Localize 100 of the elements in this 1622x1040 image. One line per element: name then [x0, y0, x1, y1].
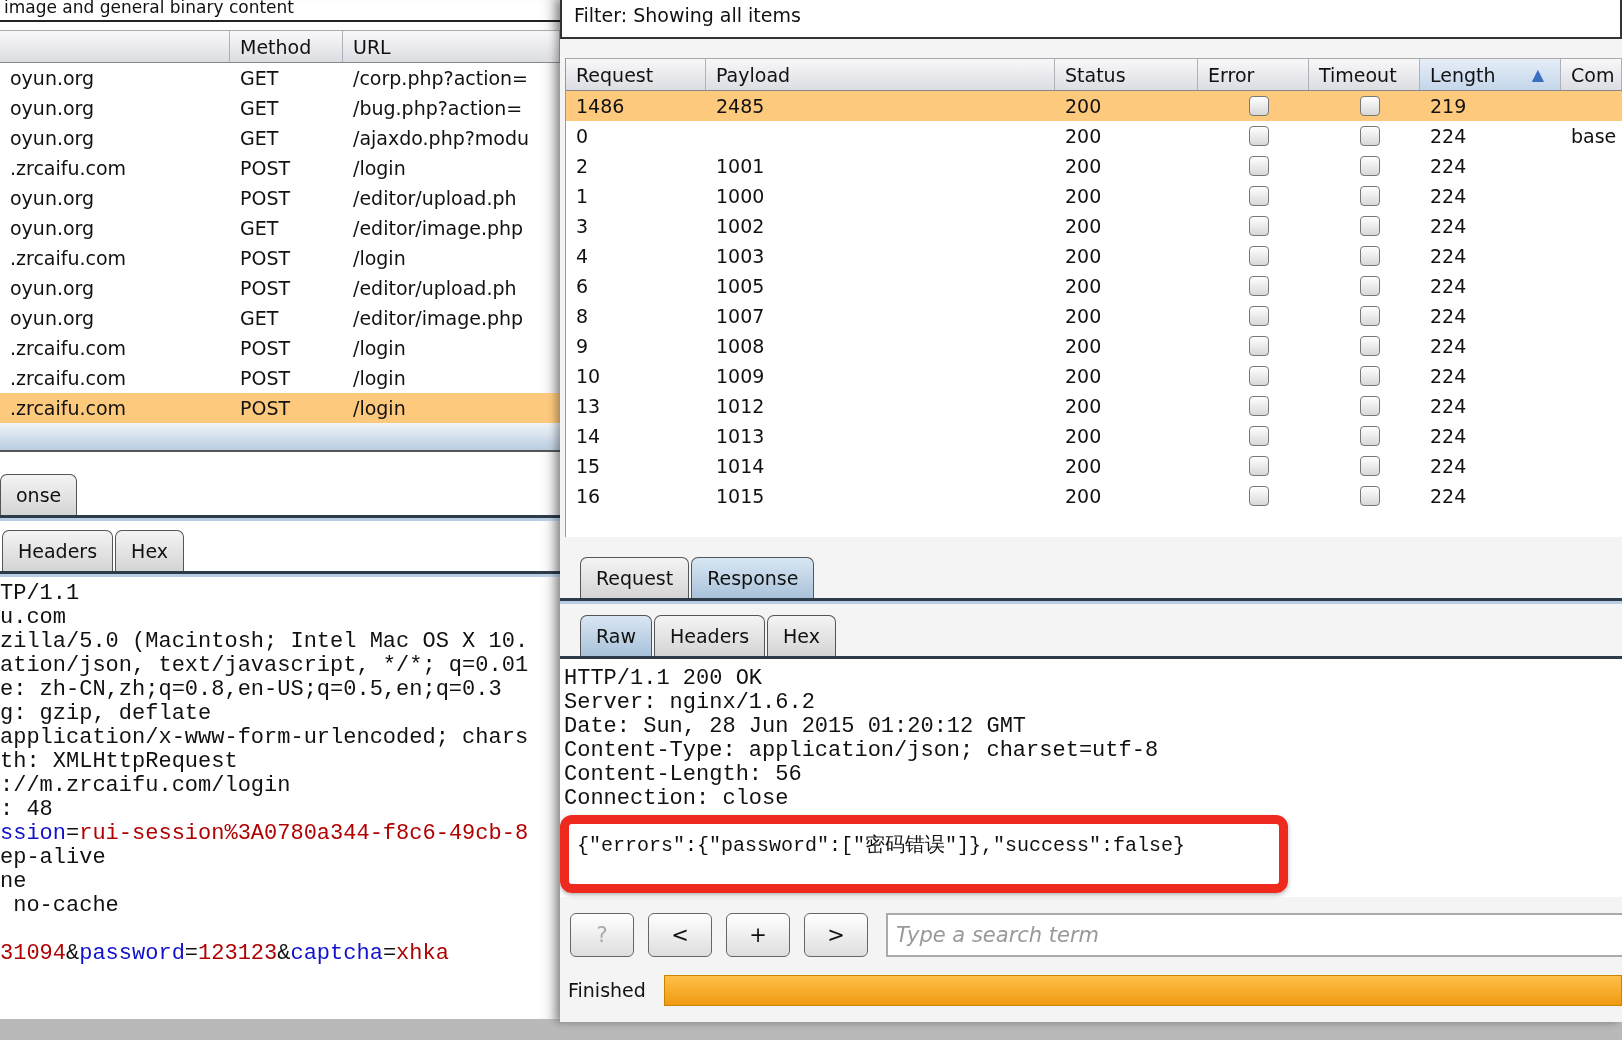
table-cell-text: 1005 [715, 274, 766, 299]
header-line: HTTP/1.1 200 OK [564, 667, 764, 691]
checkbox[interactable] [1359, 396, 1380, 416]
table-cell-text: /login [352, 336, 407, 361]
table-cell-text: 200 [1064, 184, 1103, 209]
header-line: ation/json, text/javascript, */*; q=0.01 [0, 654, 530, 678]
column-header[interactable]: Method [230, 31, 343, 62]
checkbox[interactable] [1248, 276, 1269, 296]
filter-bar[interactable]: Filter: Showing all items [560, 0, 1622, 39]
checkbox[interactable] [1359, 156, 1380, 176]
table-cell-text: 224 [1429, 424, 1468, 449]
table-cell-text: 224 [1429, 484, 1468, 509]
table-cell-text: 13 [575, 394, 602, 419]
tab[interactable]: Headers [2, 530, 114, 571]
header-line: e: zh-CN,zh;q=0.8,en-US;q=0.5,en;q=0.3 [0, 678, 503, 702]
table-cell-text: POST [239, 336, 292, 361]
table-cell-text: /login [352, 366, 407, 391]
scrollbar[interactable] [0, 423, 560, 452]
table-cell-text: 1008 [715, 334, 766, 359]
checkbox[interactable] [1248, 246, 1269, 266]
tab[interactable]: Request [580, 557, 690, 598]
column-header[interactable]: Payload [706, 59, 1055, 90]
checkbox[interactable] [1248, 486, 1269, 506]
tab[interactable]: Headers [653, 615, 766, 656]
checkbox[interactable] [1359, 366, 1380, 386]
tab[interactable]: Raw [580, 615, 652, 656]
tab[interactable]: Hex [115, 530, 184, 571]
checkbox[interactable] [1248, 156, 1269, 176]
table-cell-text: 4 [575, 244, 590, 269]
table-cell-text: 1486 [575, 94, 626, 119]
table-cell-text: 224 [1429, 154, 1468, 179]
table-cell-text: 2485 [715, 94, 766, 119]
checkbox[interactable] [1359, 246, 1380, 266]
checkbox[interactable] [1359, 186, 1380, 206]
checkbox[interactable] [1248, 366, 1269, 386]
checkbox[interactable] [1248, 336, 1269, 356]
tab[interactable]: onse [0, 474, 78, 515]
table-cell-text: 10 [575, 364, 602, 389]
checkbox[interactable] [1248, 96, 1269, 116]
checkbox[interactable] [1359, 456, 1380, 476]
table-cell-text: /editor/upload.ph [352, 186, 518, 211]
header-line: no-cache [12, 894, 120, 918]
header-line: th: XMLHttpRequest [0, 750, 239, 774]
table-cell-text: .zrcaifu.com [9, 336, 128, 361]
table-cell-text: 224 [1429, 184, 1468, 209]
table-cell-text: base [1570, 124, 1618, 149]
checkbox[interactable] [1248, 126, 1269, 146]
checkbox[interactable] [1359, 306, 1380, 326]
header-line: ssion=rui-session%3A0780a344-f8c6-49cb-8 [0, 822, 530, 846]
status-text: Finished [568, 978, 646, 1004]
table-cell-text: .zrcaifu.com [9, 396, 128, 421]
tab[interactable]: Response [691, 557, 815, 598]
checkbox[interactable] [1359, 126, 1380, 146]
table-cell-text: 200 [1064, 94, 1103, 119]
checkbox[interactable] [1248, 186, 1269, 206]
table-cell-text: 224 [1429, 334, 1468, 359]
column-header[interactable]: Status [1055, 59, 1198, 90]
column-header[interactable]: Error [1198, 59, 1309, 90]
checkbox[interactable] [1359, 486, 1380, 506]
header-line: Server: nginx/1.6.2 [564, 691, 816, 715]
table-cell-text: 224 [1429, 454, 1468, 479]
checkbox[interactable] [1248, 216, 1269, 236]
search-field[interactable]: Type a search term [886, 913, 1622, 957]
table-cell-text: .zrcaifu.com [9, 156, 128, 181]
button[interactable]: > [804, 913, 868, 957]
table-cell-text: /editor/upload.ph [352, 276, 518, 301]
checkbox[interactable] [1248, 456, 1269, 476]
button[interactable]: < [648, 913, 712, 957]
column-header[interactable]: Request [566, 59, 706, 90]
table-cell-text: POST [239, 186, 292, 211]
button[interactable]: + [726, 913, 790, 957]
checkbox[interactable] [1248, 426, 1269, 446]
table-cell-text: GET [239, 216, 280, 241]
filter-text: image and general binary content [0, 0, 560, 22]
selected-row[interactable]: .zrcaifu.com POST /login [0, 393, 560, 423]
checkbox[interactable] [1248, 306, 1269, 326]
table-cell-text: 1009 [715, 364, 766, 389]
table-cell-text: /editor/image.php [352, 216, 525, 241]
column-header[interactable]: Com [1561, 59, 1622, 90]
checkbox[interactable] [1359, 96, 1380, 116]
table-cell-text: 200 [1064, 364, 1103, 389]
table-cell-text: GET [239, 126, 280, 151]
checkbox[interactable] [1359, 216, 1380, 236]
checkbox[interactable] [1248, 396, 1269, 416]
table-cell-text: 224 [1429, 274, 1468, 299]
table-cell-text: 219 [1429, 94, 1468, 119]
tab[interactable]: Hex [767, 615, 836, 656]
column-header[interactable]: Length ▲ [1420, 59, 1561, 90]
table-cell-text: POST [239, 246, 292, 271]
header-line: ne [0, 870, 28, 894]
checkbox[interactable] [1359, 276, 1380, 296]
table-cell-text: 2 [575, 154, 590, 179]
selected-row[interactable]: 1486 2485 200 219 [566, 91, 1622, 121]
table-cell-text: GET [239, 66, 280, 91]
checkbox[interactable] [1359, 336, 1380, 356]
table-cell-text: 1001 [715, 154, 766, 179]
table-cell-text: /ajaxdo.php?modu [352, 126, 531, 151]
table-cell-text: 200 [1064, 484, 1103, 509]
table-cell-text: oyun.org [9, 66, 96, 91]
checkbox[interactable] [1359, 426, 1380, 446]
